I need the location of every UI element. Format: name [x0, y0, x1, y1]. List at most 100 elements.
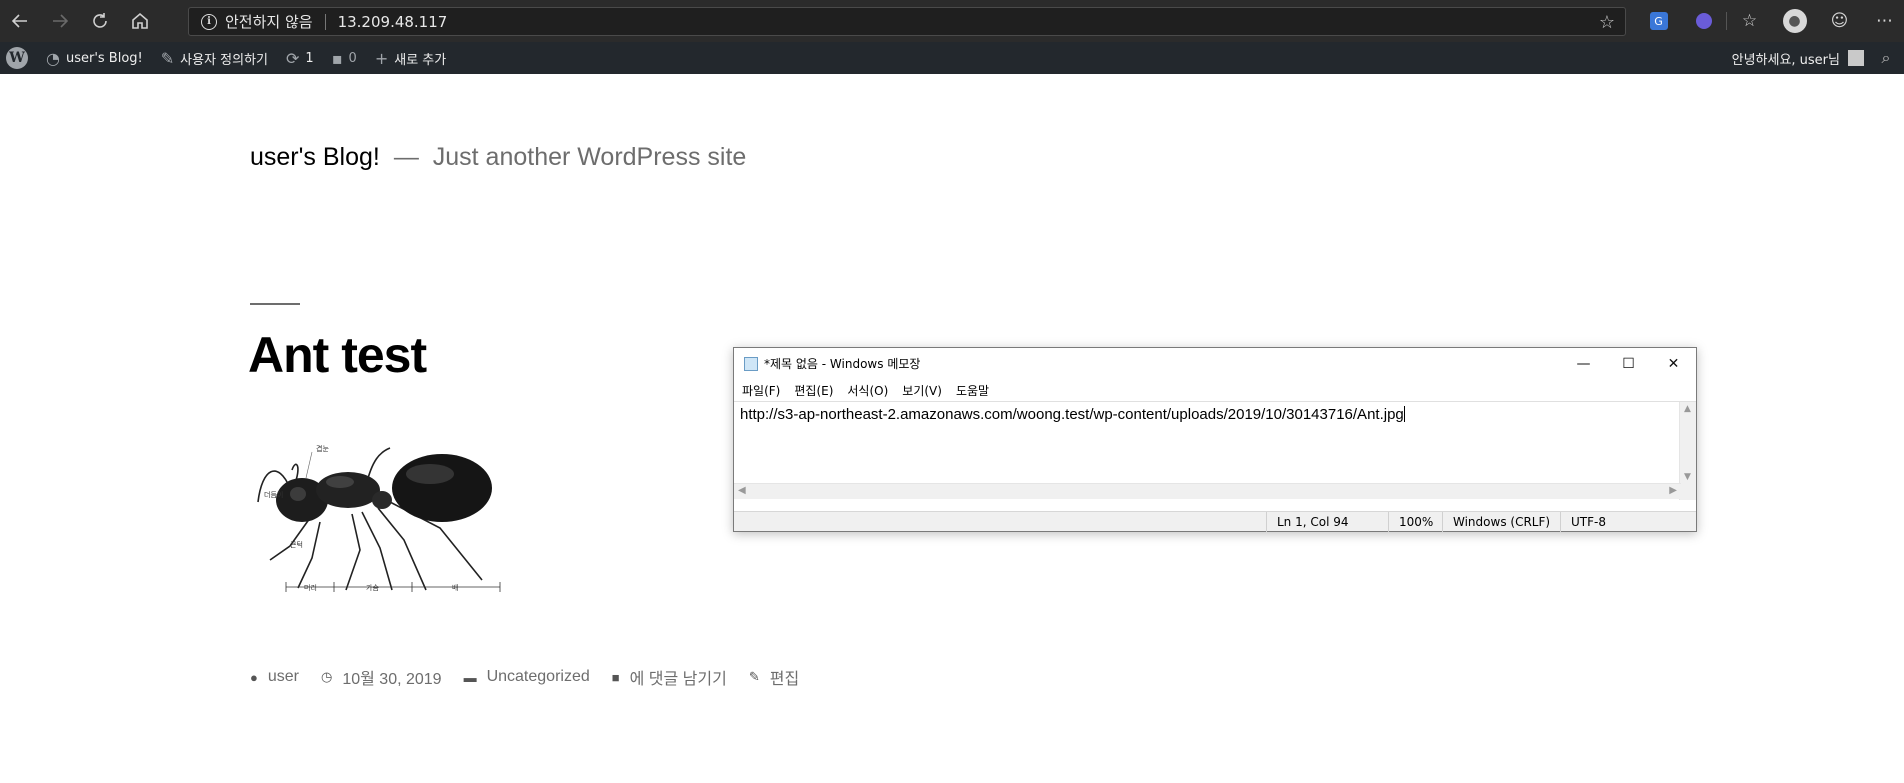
profile-button[interactable]: ●: [1772, 0, 1817, 42]
notepad-window: *제목 없음 - Windows 메모장 — ☐ ✕ 파일(F) 편집(E) 서…: [733, 347, 1697, 532]
notepad-menubar: 파일(F) 편집(E) 서식(O) 보기(V) 도움말: [734, 379, 1696, 401]
admin-customize[interactable]: ✎ 사용자 정의하기: [152, 42, 277, 74]
favorite-star-icon[interactable]: ☆: [1599, 12, 1615, 33]
ant-diagram-image: 겹눈 더듬이 큰턱 머리 가슴 배: [257, 445, 501, 592]
comment-icon: ■: [611, 669, 620, 685]
admin-updates-count: 1: [305, 50, 314, 66]
admin-greeting: 안녕하세요, user님: [1731, 52, 1840, 68]
site-separator: —: [393, 143, 419, 171]
admin-comments[interactable]: ▪ 0: [323, 42, 366, 74]
extension-button[interactable]: [1681, 0, 1726, 42]
security-label[interactable]: 안전하지 않음: [225, 11, 313, 32]
menu-format[interactable]: 서식(O): [847, 382, 888, 399]
close-icon: ✕: [1667, 355, 1680, 372]
translate-extension-button[interactable]: G: [1636, 0, 1681, 42]
post-author-name[interactable]: user: [268, 668, 299, 686]
menu-view[interactable]: 보기(V): [902, 382, 942, 399]
admin-search-button[interactable]: ⌕: [1868, 48, 1904, 68]
notepad-text-area[interactable]: http://s3-ap-northeast-2.amazonaws.com/w…: [734, 401, 1696, 500]
person-icon: ●: [250, 669, 258, 685]
plus-icon: +: [374, 48, 389, 68]
feedback-button[interactable]: ☺: [1817, 0, 1862, 42]
notepad-statusbar: Ln 1, Col 94 100% Windows (CRLF) UTF-8: [734, 511, 1696, 532]
admin-updates[interactable]: ⟳ 1: [277, 42, 323, 74]
maximize-icon: ☐: [1622, 355, 1635, 372]
post-date-text[interactable]: 10월 30, 2019: [342, 665, 441, 689]
search-icon: ⌕: [1881, 48, 1891, 67]
post-meta: ● user ◷ 10월 30, 2019 ▬ Uncategorized ■ …: [250, 665, 821, 689]
notepad-titlebar[interactable]: *제목 없음 - Windows 메모장 — ☐ ✕: [734, 348, 1696, 379]
refresh-icon: [93, 13, 107, 28]
scroll-right-icon[interactable]: ▶: [1669, 485, 1677, 496]
notepad-title: *제목 없음 - Windows 메모장: [764, 357, 921, 371]
site-title[interactable]: user's Blog!: [250, 143, 380, 172]
site-description: — Just another WordPress site: [394, 143, 746, 172]
admin-site-name[interactable]: ◔ user's Blog!: [37, 42, 152, 74]
translate-icon: G: [1649, 12, 1668, 30]
clock-icon: ◷: [320, 669, 333, 684]
refresh-button[interactable]: [80, 0, 120, 42]
admin-bar-right: 안녕하세요, user님 ⌕: [1723, 42, 1904, 74]
post-edit-text[interactable]: 편집: [770, 665, 799, 689]
paintbrush-icon: ✎: [160, 48, 175, 68]
vertical-scrollbar[interactable]: ▲ ▼: [1679, 402, 1696, 500]
pencil-icon: ✎: [748, 669, 760, 684]
admin-comments-count: 0: [348, 50, 357, 66]
admin-new-content[interactable]: + 새로 추가: [366, 42, 455, 74]
folder-icon: ▬: [463, 669, 477, 685]
post-edit-link[interactable]: ✎ 편집: [749, 665, 799, 689]
close-button[interactable]: ✕: [1651, 348, 1696, 379]
home-button[interactable]: [120, 0, 160, 42]
forward-button[interactable]: [40, 0, 80, 42]
post-comment-link[interactable]: ■ 에 댓글 남기기: [612, 665, 727, 689]
favorites-button[interactable]: ☆: [1727, 0, 1772, 42]
horizontal-scrollbar[interactable]: ◀ ▶: [734, 483, 1681, 499]
address-divider: [324, 13, 326, 30]
ant-label-abdomen: 배: [452, 583, 458, 592]
post-author[interactable]: ● user: [250, 668, 299, 686]
wordpress-logo-icon: W: [6, 47, 28, 69]
minimize-icon: —: [1576, 355, 1591, 372]
status-encoding: UTF-8: [1560, 512, 1680, 532]
menu-edit[interactable]: 편집(E): [794, 382, 833, 399]
status-line-ending: Windows (CRLF): [1442, 512, 1560, 532]
post-category[interactable]: ▬ Uncategorized: [464, 668, 590, 686]
wp-admin-bar: W ◔ user's Blog! ✎ 사용자 정의하기 ⟳ 1 ▪ 0 + 새로…: [0, 42, 1904, 74]
admin-account-menu[interactable]: 안녕하세요, user님: [1723, 42, 1868, 74]
wp-logo-menu[interactable]: W: [0, 42, 37, 74]
post-date[interactable]: ◷ 10월 30, 2019: [321, 665, 442, 689]
info-icon[interactable]: i: [201, 13, 217, 30]
browser-extensions: G ☆ ● ☺ ⋯: [1636, 0, 1904, 42]
menu-help[interactable]: 도움말: [956, 382, 989, 399]
notepad-content-text[interactable]: http://s3-ap-northeast-2.amazonaws.com/w…: [740, 406, 1404, 423]
scroll-left-icon[interactable]: ◀: [738, 485, 746, 496]
ant-label-thorax: 가슴: [366, 583, 379, 592]
back-button[interactable]: [0, 0, 40, 42]
menu-file[interactable]: 파일(F): [742, 382, 780, 399]
minimize-button[interactable]: —: [1561, 348, 1606, 379]
more-icon: ⋯: [1876, 11, 1893, 31]
home-icon: [132, 12, 148, 29]
scroll-up-icon[interactable]: ▲: [1684, 404, 1691, 414]
post-category-name[interactable]: Uncategorized: [487, 668, 590, 686]
admin-customize-label: 사용자 정의하기: [180, 52, 269, 68]
site-tagline: Just another WordPress site: [432, 143, 747, 171]
title-divider: [250, 303, 300, 305]
status-position: Ln 1, Col 94: [1266, 512, 1388, 532]
notepad-content[interactable]: http://s3-ap-northeast-2.amazonaws.com/w…: [740, 406, 1405, 423]
profile-icon: ●: [1782, 9, 1807, 33]
address-bar[interactable]: i 안전하지 않음 13.209.48.117 ☆: [188, 7, 1626, 36]
scroll-down-icon[interactable]: ▼: [1684, 472, 1691, 482]
url-text[interactable]: 13.209.48.117: [338, 13, 448, 31]
text-caret: [1403, 406, 1405, 422]
arrow-right-icon: [53, 14, 69, 28]
ant-label-antenna: 더듬이: [264, 490, 283, 499]
more-button[interactable]: ⋯: [1862, 0, 1904, 42]
admin-site-name-label: user's Blog!: [65, 50, 143, 66]
site-header: user's Blog! — Just another WordPress si…: [250, 143, 746, 172]
comment-bubble-icon: ▪: [331, 48, 343, 68]
post-title: Ant test: [248, 327, 427, 383]
status-zoom: 100%: [1388, 512, 1442, 532]
post-comment-text[interactable]: 에 댓글 남기기: [630, 665, 727, 689]
maximize-button[interactable]: ☐: [1606, 348, 1651, 379]
